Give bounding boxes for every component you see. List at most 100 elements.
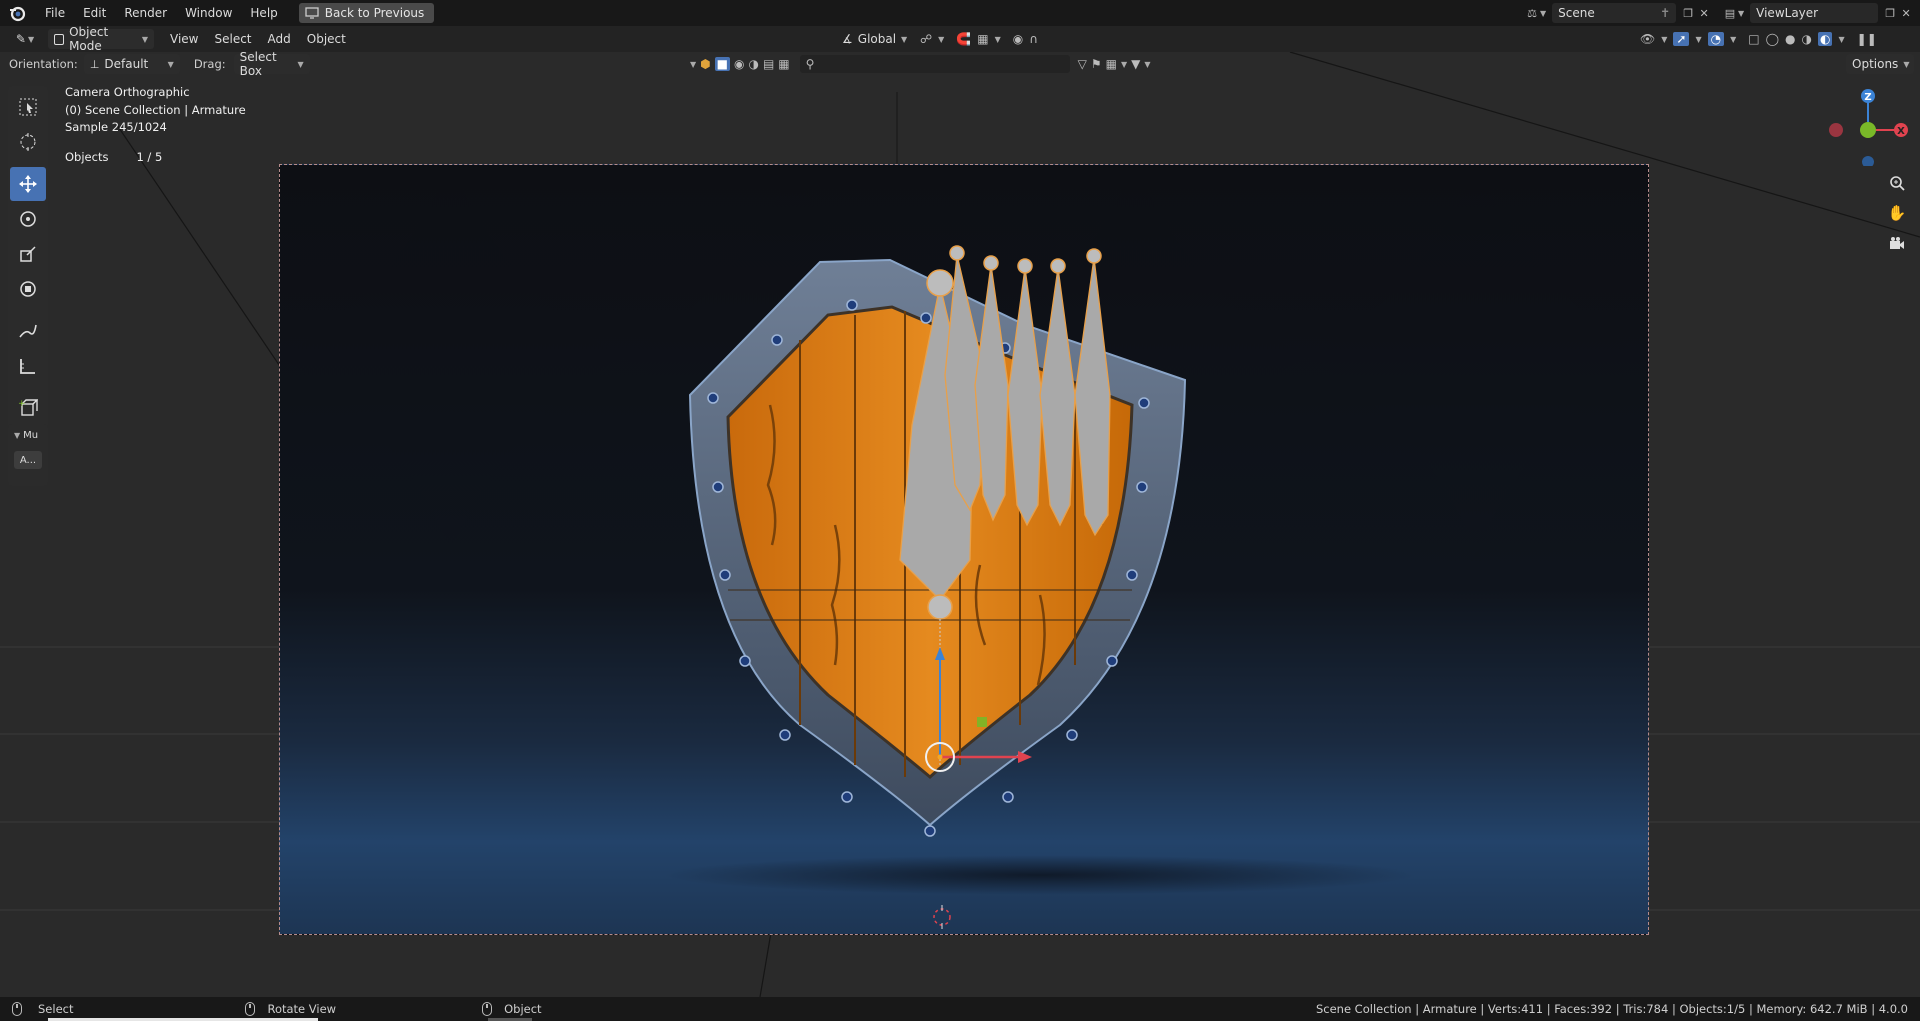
menu-render[interactable]: Render	[115, 2, 176, 24]
objects-stat: Objects 1 / 5	[65, 150, 162, 164]
world-filter-icon[interactable]: ◑	[748, 57, 758, 71]
chevron-down-icon[interactable]: ▼	[995, 35, 1001, 44]
menu-window[interactable]: Window	[176, 2, 241, 24]
collection-text: (0) Scene Collection | Armature	[65, 103, 246, 117]
falloff-icon[interactable]: ∩	[1029, 32, 1038, 46]
scene-name-field[interactable]: Scene ✝	[1552, 3, 1677, 23]
xray-icon[interactable]: □	[1748, 32, 1759, 46]
chevron-down-icon[interactable]: ▼	[1144, 60, 1150, 69]
image-filter-icon[interactable]: ▦	[778, 57, 789, 71]
chevron-down-icon[interactable]: ▼	[938, 35, 944, 44]
menu-edit[interactable]: Edit	[74, 2, 115, 24]
overlays-icon[interactable]: ◔	[1707, 32, 1725, 46]
wireframe-shading-icon[interactable]: ◯	[1766, 32, 1779, 46]
back-to-previous-button[interactable]: Back to Previous	[298, 3, 435, 23]
menu-file[interactable]: File	[36, 2, 74, 24]
gizmo-neg-z-axis[interactable]	[1862, 156, 1874, 166]
snap-icon[interactable]: 🧲	[956, 32, 971, 46]
navigation-gizmo[interactable]: Z X	[1826, 86, 1916, 166]
pause-render-icon[interactable]: ❚❚	[1857, 32, 1877, 46]
status-select: Select	[12, 1002, 73, 1016]
annotate-tool[interactable]	[10, 314, 46, 348]
color-wheel-icon[interactable]: ⬢	[700, 57, 710, 71]
new-viewlayer-icon[interactable]: ❐	[1882, 5, 1898, 21]
status-object-label: Object	[504, 1002, 542, 1016]
material-shading-icon[interactable]: ◑	[1802, 32, 1812, 46]
pan-hand-icon[interactable]: ✋	[1884, 200, 1910, 226]
header-menu-select[interactable]: Select	[206, 32, 259, 46]
chevron-down-icon[interactable]: ▼	[1738, 9, 1744, 18]
texture-filter-icon[interactable]: ▤	[763, 57, 774, 71]
object-filter-icon[interactable]: ■	[714, 57, 730, 71]
gizmo-neg-x-axis[interactable]	[1829, 123, 1843, 137]
chevron-down-icon[interactable]: ▼	[690, 60, 696, 69]
zoom-icon[interactable]	[1884, 170, 1910, 196]
menu-help[interactable]: Help	[241, 2, 286, 24]
orientation-dropdown[interactable]: ⊥ Default ▼	[83, 54, 180, 74]
view-name-text: Camera Orthographic	[65, 85, 190, 99]
drag-dropdown[interactable]: Select Box ▼	[233, 50, 310, 78]
mode-dropdown[interactable]: Object Mode ▼	[48, 25, 154, 53]
gizmo-y-axis[interactable]	[1860, 122, 1876, 138]
chevron-down-icon[interactable]: ▼	[1695, 35, 1701, 44]
chevron-down-icon[interactable]: ▼	[1661, 35, 1667, 44]
chevron-down-icon: ▼	[14, 431, 21, 440]
pin-icon[interactable]: ✝	[1660, 6, 1670, 20]
cursor-tool[interactable]	[10, 125, 46, 159]
tool-settings-bar: Orientation: ⊥ Default ▼ Drag: Select Bo…	[0, 50, 1920, 78]
left-tool-panel: ▼ Mu A...	[8, 424, 48, 486]
chevron-down-icon[interactable]: ▼	[1838, 35, 1844, 44]
header-menu-view[interactable]: View	[162, 32, 206, 46]
panel-label: Mu	[23, 430, 39, 441]
rendered-shading-icon[interactable]: ◐	[1818, 32, 1833, 46]
search-input[interactable]: ⚲	[799, 55, 1070, 73]
material-filter-icon[interactable]: ◉	[734, 57, 744, 71]
view-mode-icon[interactable]: ▦	[1106, 57, 1117, 71]
proportional-edit-icon[interactable]: ◉	[1013, 32, 1023, 46]
delete-viewlayer-icon[interactable]: ✕	[1898, 5, 1914, 21]
objects-value: 1 / 5	[136, 150, 163, 164]
filter-toggle-icon[interactable]: ▽	[1078, 57, 1087, 71]
transform-orientation-dropdown[interactable]: ∡ Global ▼	[836, 29, 914, 49]
delete-scene-icon[interactable]: ✕	[1696, 5, 1712, 21]
scale-tool[interactable]	[10, 237, 46, 271]
snap-target-icon[interactable]: ▦	[977, 32, 988, 46]
chevron-down-icon[interactable]: ▼	[1730, 35, 1736, 44]
scene-icon[interactable]: ⚖	[1524, 5, 1540, 21]
outliner-filter-strip: ▼ ⬢ ■ ◉ ◑ ▤ ▦ ⚲ ▽ ⚑ ▦ ▼ ▼ ▼	[690, 55, 1151, 73]
editor-type-icon: ✎	[15, 32, 26, 46]
header-menu-object[interactable]: Object	[299, 32, 354, 46]
solid-shading-icon[interactable]: ●	[1785, 32, 1795, 46]
gizmo-icon[interactable]: ➚	[1673, 32, 1690, 46]
add-cube-tool[interactable]: +	[10, 391, 46, 425]
blender-logo-icon[interactable]	[6, 2, 28, 24]
transform-tool[interactable]	[10, 272, 46, 306]
funnel-icon[interactable]: ▼	[1131, 57, 1140, 71]
editor-type-selector[interactable]: ✎ ▼	[6, 32, 44, 46]
gizmo-x-label: X	[1897, 126, 1905, 137]
bookmark-icon[interactable]: ⚑	[1091, 57, 1102, 71]
select-box-tool[interactable]	[10, 90, 46, 124]
visibility-icon[interactable]: 👁	[1640, 32, 1655, 46]
panel-button[interactable]: A...	[14, 451, 42, 469]
camera-view-icon[interactable]	[1884, 230, 1910, 256]
new-scene-icon[interactable]: ❐	[1680, 5, 1696, 21]
viewlayer-name-field[interactable]: ViewLayer	[1750, 3, 1879, 23]
mode-label: Object Mode	[69, 25, 109, 53]
viewport-header: ✎ ▼ Object Mode ▼ View Select Add Object …	[0, 25, 1920, 53]
header-menu-add[interactable]: Add	[260, 32, 299, 46]
move-tool[interactable]	[10, 167, 46, 201]
status-select-label: Select	[38, 1002, 74, 1016]
scene-selector: ⚖ ▼ Scene ✝ ❐ ✕	[1524, 3, 1712, 23]
measure-tool[interactable]	[10, 349, 46, 383]
3d-viewport[interactable]: Camera Orthographic (0) Scene Collection…	[0, 52, 1920, 997]
orientation-value: Default	[104, 57, 149, 71]
rotate-tool[interactable]	[10, 202, 46, 236]
viewlayer-icon[interactable]: ▤	[1722, 5, 1738, 21]
orientation-icon: ⊥	[89, 57, 100, 71]
panel-header[interactable]: ▼ Mu	[8, 424, 48, 441]
chevron-down-icon[interactable]: ▼	[1121, 60, 1127, 69]
svg-text:+: +	[18, 399, 26, 409]
pivot-icon[interactable]: ☍	[920, 32, 932, 46]
chevron-down-icon[interactable]: ▼	[1540, 9, 1546, 18]
